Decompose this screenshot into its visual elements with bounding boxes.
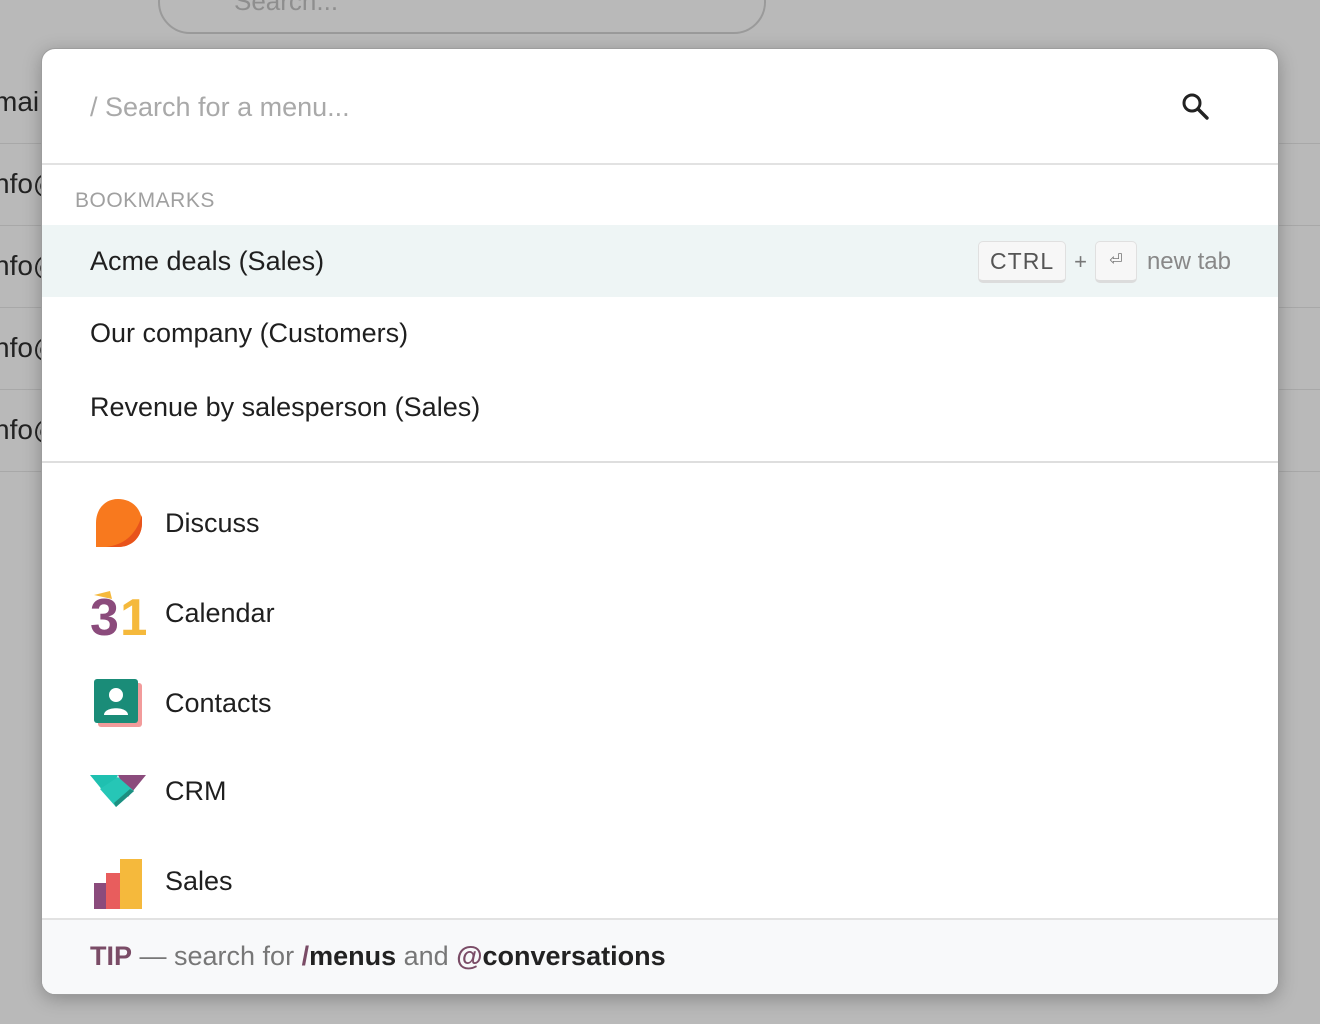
tip-text: — search for (132, 941, 302, 971)
app-item-crm[interactable]: CRM (90, 761, 227, 821)
bookmark-label: Revenue by salesperson (Sales) (90, 392, 481, 422)
new-tab-text: new tab (1146, 248, 1231, 275)
magnifier-icon[interactable] (1180, 91, 1210, 121)
conversations-keyword: conversations (482, 941, 666, 971)
plus-sign: + (1074, 249, 1087, 274)
crm-icon (90, 775, 146, 807)
background-cell: mai (0, 86, 40, 117)
svg-text:1: 1 (120, 589, 146, 641)
app-label: Calendar (165, 597, 275, 628)
bookmark-item-our-company[interactable]: Our company (Customers) (42, 297, 1278, 369)
app-item-discuss[interactable]: Discuss (90, 493, 260, 553)
bookmark-item-acme-deals[interactable]: Acme deals (Sales) CTRL + ⏎ new tab (42, 225, 1278, 297)
background-search-input: Search... (158, 0, 766, 34)
command-palette: BOOKMARKS Acme deals (Sales) CTRL + ⏎ ne… (41, 48, 1279, 995)
tip-label: TIP (90, 941, 133, 971)
calendar-icon: 3 1 (90, 589, 146, 641)
search-bar (42, 49, 1278, 165)
app-label: Discuss (165, 507, 260, 538)
app-label: Contacts (165, 687, 272, 718)
section-divider (42, 461, 1278, 463)
app-label: Sales (165, 865, 233, 896)
menus-keyword: menus (309, 941, 397, 971)
conversations-symbol: @ (456, 941, 483, 971)
bookmarks-header: BOOKMARKS (75, 189, 215, 212)
app-item-sales[interactable]: Sales (90, 851, 233, 911)
ctrl-key: CTRL (978, 241, 1067, 283)
bookmark-label: Our company (Customers) (90, 318, 409, 348)
app-label: CRM (165, 775, 227, 806)
tip-footer: TIP — search for /menus and @conversatio… (42, 918, 1278, 994)
menu-search-input[interactable] (90, 83, 1150, 131)
discuss-icon (96, 499, 142, 547)
contacts-icon (94, 679, 142, 727)
menus-symbol: / (301, 941, 310, 971)
enter-key-icon: ⏎ (1094, 241, 1137, 283)
tip-and-text: and (396, 941, 457, 971)
bookmark-item-revenue-by-salesperson[interactable]: Revenue by salesperson (Sales) (42, 371, 1278, 443)
bookmark-label: Acme deals (Sales) (90, 246, 325, 276)
app-item-calendar[interactable]: 3 1 Calendar (90, 583, 275, 643)
new-tab-shortcut-hint: CTRL + ⏎ new tab (978, 239, 1231, 285)
sales-icon (94, 859, 142, 909)
app-item-contacts[interactable]: Contacts (90, 673, 272, 733)
